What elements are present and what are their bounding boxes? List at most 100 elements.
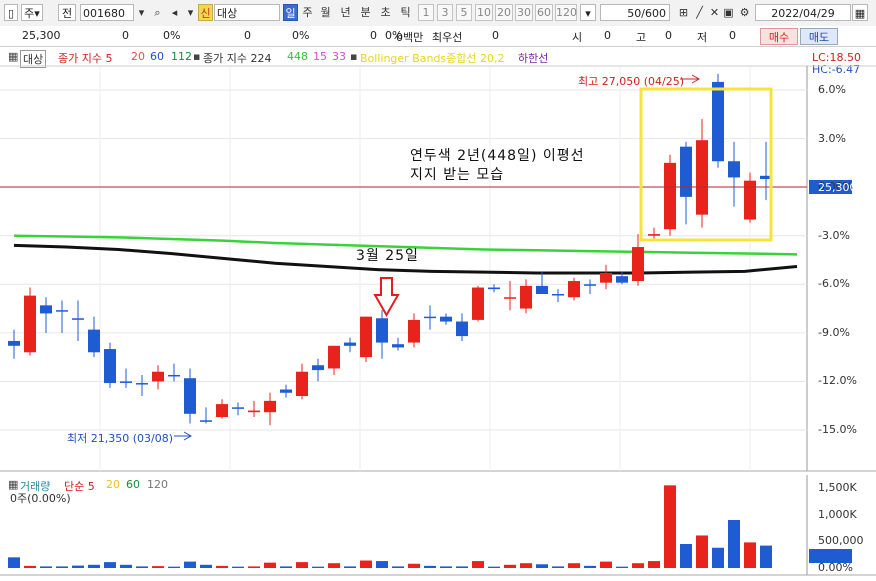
candle-body xyxy=(88,329,100,353)
dropdown-icon[interactable]: ▾ xyxy=(183,4,198,21)
candle-body xyxy=(168,374,180,377)
grid-lines xyxy=(0,66,807,471)
legend-ma60: 60 xyxy=(150,50,164,63)
count-input[interactable]: 50/600 xyxy=(600,4,670,21)
interval-1[interactable]: 1 xyxy=(418,4,434,21)
candle-body xyxy=(568,281,580,298)
volume-bar xyxy=(600,561,612,568)
volume-tick-label: 500,000 xyxy=(818,534,864,548)
period-second[interactable]: 초 xyxy=(378,4,393,21)
zoom-icon[interactable]: ⊞ xyxy=(676,4,691,21)
y-tick-label: 3.0% xyxy=(818,131,846,145)
code-dropdown-icon[interactable]: ▾ xyxy=(134,4,149,21)
gear-icon[interactable]: ⚙ xyxy=(737,4,752,21)
candle-body xyxy=(520,285,532,309)
interval-dropdown-icon[interactable]: ▾ xyxy=(580,4,596,21)
legend-ma15: 15 xyxy=(313,50,327,63)
note-line-1: 연두색 2년(448일) 이평선 xyxy=(410,148,585,164)
candle-body xyxy=(392,344,404,348)
period-year[interactable]: 년 xyxy=(338,4,353,21)
candle-body xyxy=(360,316,372,358)
note-line-2: 지지 받는 모습 xyxy=(410,167,505,183)
volume-bar xyxy=(664,485,676,568)
y-tick-label: 6.0% xyxy=(818,83,846,96)
candle-body xyxy=(440,316,452,322)
y-tick-label: -6.0% xyxy=(818,277,850,291)
interval-120[interactable]: 120 xyxy=(555,4,577,21)
march-25-label: 3월 25일 xyxy=(356,248,419,264)
market-select[interactable]: 주▾ xyxy=(21,4,43,21)
candle-body xyxy=(280,389,292,393)
buy-button[interactable]: 매수 xyxy=(760,28,798,45)
amount-unit: 0백만 xyxy=(396,31,424,44)
interval-60[interactable]: 60 xyxy=(535,4,553,21)
search-icon[interactable]: ⌕ xyxy=(150,4,165,21)
chart-icon[interactable]: ▯ xyxy=(4,4,18,21)
y-tick-label: -15.0% xyxy=(818,423,857,436)
period-week[interactable]: 주 xyxy=(300,4,315,21)
volume-tick-label: 0.00% xyxy=(818,561,853,574)
period-month[interactable]: 월 xyxy=(318,4,333,21)
legend-ma33: 33 xyxy=(332,50,346,63)
low-value: 0 xyxy=(729,29,736,42)
speaker-icon[interactable]: ◂ xyxy=(167,4,182,21)
volume-bar xyxy=(248,566,260,568)
candle-body xyxy=(328,345,340,369)
interval-10[interactable]: 10 xyxy=(475,4,493,21)
high-label: 고 xyxy=(636,31,647,44)
period-tick[interactable]: 틱 xyxy=(398,4,413,21)
low-annotation: 최저 21,350 (03/08) xyxy=(67,432,174,445)
quote-row: 25,300 0 0% 0 0% 0 0% 0백만 최우선 0 시 0 고 0 … xyxy=(0,26,876,47)
volume-bar xyxy=(408,563,420,568)
legend-ma2-label: 종가 지수 224 xyxy=(203,52,272,65)
volume-bar xyxy=(472,561,484,568)
candle-body xyxy=(152,371,164,382)
code-input[interactable]: 001680 xyxy=(80,4,134,21)
interval-20[interactable]: 20 xyxy=(495,4,513,21)
interval-5[interactable]: 5 xyxy=(456,4,472,21)
open-label: 시 xyxy=(572,31,583,44)
high-annotation: 최고 27,050 (04/25) xyxy=(578,75,685,88)
candle-body xyxy=(472,287,484,320)
date-input[interactable]: 2022/04/29 xyxy=(755,4,851,21)
volume-bar xyxy=(8,557,20,568)
volume-bar xyxy=(440,566,452,568)
volume-bar xyxy=(312,566,324,568)
value-1: 0 xyxy=(244,29,251,42)
volume-bar xyxy=(344,566,356,568)
change-percent: 0% xyxy=(163,29,181,42)
y-tick-label: -9.0% xyxy=(818,325,850,339)
price-legend: ▦ 대상 종가 지수 5 20 60 112 ▪ 종가 지수 224 448 1… xyxy=(0,48,800,68)
period-day[interactable]: 일 xyxy=(283,4,298,21)
candle-body xyxy=(136,383,148,385)
calendar-icon[interactable]: ▦ xyxy=(852,4,868,21)
volume-bar xyxy=(120,564,132,568)
candle-body xyxy=(40,305,52,314)
volume-bars xyxy=(8,485,772,568)
legend-ma112: 112 xyxy=(171,50,192,63)
volume-bar xyxy=(88,564,100,568)
candle-body xyxy=(216,404,228,418)
volume-bar xyxy=(392,566,404,568)
candle-body xyxy=(248,410,260,413)
best-value: 0 xyxy=(492,29,499,42)
legend-ma-label: 종가 지수 5 xyxy=(58,52,113,65)
open-value: 0 xyxy=(604,29,611,42)
stock-name-field[interactable]: 대상 xyxy=(214,4,280,21)
candle-body xyxy=(584,284,596,286)
period-minute[interactable]: 분 xyxy=(358,4,373,21)
volume-bar xyxy=(568,563,580,568)
drawing-icon[interactable]: ╱ xyxy=(692,4,707,21)
sell-button[interactable]: 매도 xyxy=(800,28,838,45)
candle-body xyxy=(728,161,740,178)
candle-body xyxy=(648,234,660,236)
mode-button[interactable]: 전 xyxy=(58,4,76,21)
interval-30[interactable]: 30 xyxy=(515,4,533,21)
grid-icon[interactable]: ▦ xyxy=(8,50,18,63)
indicator-icon[interactable]: ✕ xyxy=(707,4,722,21)
interval-3[interactable]: 3 xyxy=(437,4,453,21)
save-icon[interactable]: ▣ xyxy=(721,4,736,21)
current-price-tag-label: 25,300 xyxy=(818,181,857,194)
volume-bar xyxy=(184,561,196,568)
volume-bar xyxy=(104,562,116,568)
